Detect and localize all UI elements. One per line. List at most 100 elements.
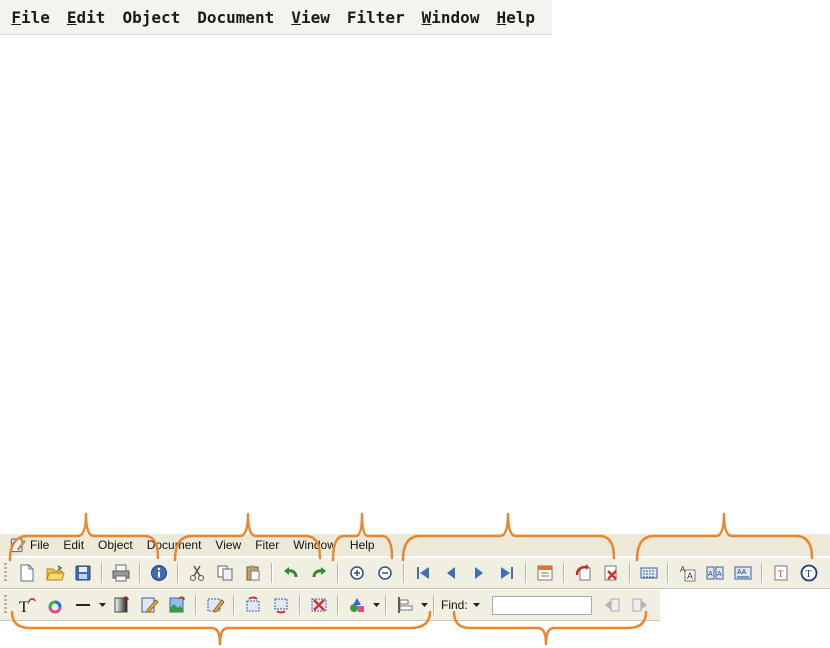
delete-object-button[interactable] [305,592,333,618]
separator [101,563,103,583]
next-page-button[interactable] [465,560,493,586]
zoom-in-button[interactable] [343,560,371,586]
chevron-down-icon [473,603,481,607]
new-document-button[interactable] [13,560,41,586]
floppy-disk-icon [75,565,91,581]
menu-view[interactable]: View [291,8,330,27]
last-page-icon [501,567,513,579]
copy-button[interactable] [211,560,239,586]
page-properties-button[interactable] [531,560,559,586]
line-style-button[interactable] [69,592,97,618]
shapes-button[interactable] [343,592,371,618]
text-layout-button[interactable] [635,560,663,586]
menu-help[interactable]: Help [350,538,375,552]
menu-help[interactable]: Help [496,8,535,27]
undo-button[interactable] [277,560,305,586]
chevron-down-icon [98,603,106,607]
separator [299,595,301,615]
find-label: Find: [441,598,468,612]
separator [667,563,669,583]
find-previous-icon [604,598,620,612]
menu-window[interactable]: Window [422,8,480,27]
find-previous-button[interactable] [598,592,626,618]
insert-page-button[interactable] [569,560,597,586]
separator [139,563,141,583]
delete-page-button[interactable] [597,560,625,586]
menu-file[interactable]: File [11,8,50,27]
separator [433,595,435,615]
last-page-button[interactable] [493,560,521,586]
send-backward-button[interactable] [267,592,295,618]
insert-text-button[interactable]: T [767,560,795,586]
find-options-dropdown[interactable] [472,592,482,618]
menu-filter[interactable]: Filter [347,8,405,27]
paste-button[interactable] [239,560,267,586]
line-style-dropdown[interactable] [97,592,107,618]
line-style-icon [76,604,90,606]
align-button[interactable] [391,592,419,618]
save-button[interactable] [69,560,97,586]
delete-page-icon [604,565,617,581]
menu-view[interactable]: View [215,538,241,552]
zoom-in-icon [350,566,364,580]
menu-edit[interactable]: Edit [63,538,84,552]
cut-button[interactable] [183,560,211,586]
color-button[interactable] [41,592,69,618]
next-page-icon [475,567,483,579]
menu-object[interactable]: Object [98,538,133,552]
menu-object[interactable]: Object [122,8,180,27]
text-spacing-button[interactable]: AA [701,560,729,586]
chevron-down-icon [372,603,380,607]
bring-forward-button[interactable] [239,592,267,618]
send-backward-icon [274,598,288,614]
menu-file[interactable]: File [30,538,49,552]
print-button[interactable] [107,560,135,586]
find-next-icon [632,598,647,612]
toolbar-grip[interactable] [4,563,7,583]
object-toolbar: T Find: [0,589,660,621]
svg-text:T: T [806,569,812,580]
font-size-icon: AA [680,565,696,582]
menubar: File Edit Object Document View Fiter Win… [0,534,830,556]
separator [177,563,179,583]
select-edit-icon [207,598,225,613]
menu-filter[interactable]: Fiter [255,538,279,552]
text-scale-icon: AA [734,566,752,580]
editor-window: File Edit Object Document View Fiter Win… [0,530,830,632]
toolbar-grip[interactable] [4,595,7,615]
separator [233,595,235,615]
redo-button[interactable] [305,560,333,586]
align-dropdown[interactable] [419,592,429,618]
find-input[interactable] [491,595,592,615]
separator [525,563,527,583]
edit-document-icon [141,597,159,613]
open-button[interactable] [41,560,69,586]
menu-window[interactable]: Window [293,538,336,552]
align-left-icon [398,597,413,613]
separator [629,563,631,583]
fill-button[interactable] [107,592,135,618]
text-tool-button[interactable]: T [795,560,823,586]
zoom-out-icon [378,566,392,580]
first-page-button[interactable] [409,560,437,586]
edit-object-button[interactable] [135,592,163,618]
separator [761,563,763,583]
text-scale-button[interactable]: AA [729,560,757,586]
menu-document[interactable]: Document [197,8,274,27]
clipboard-icon [246,565,260,581]
select-tool-button[interactable] [201,592,229,618]
delete-object-icon [311,598,327,612]
add-text-button[interactable]: T [13,592,41,618]
font-size-button[interactable]: AA [673,560,701,586]
menu-edit[interactable]: Edit [67,8,106,27]
edit-image-button[interactable] [163,592,191,618]
menu-document[interactable]: Document [147,538,202,552]
find-next-button[interactable] [626,592,654,618]
previous-page-button[interactable] [437,560,465,586]
insert-page-icon [575,564,591,581]
shapes-dropdown[interactable] [371,592,381,618]
zoom-out-button[interactable] [371,560,399,586]
copy-icon [217,565,233,581]
scissors-icon [190,565,204,581]
properties-button[interactable] [145,560,173,586]
